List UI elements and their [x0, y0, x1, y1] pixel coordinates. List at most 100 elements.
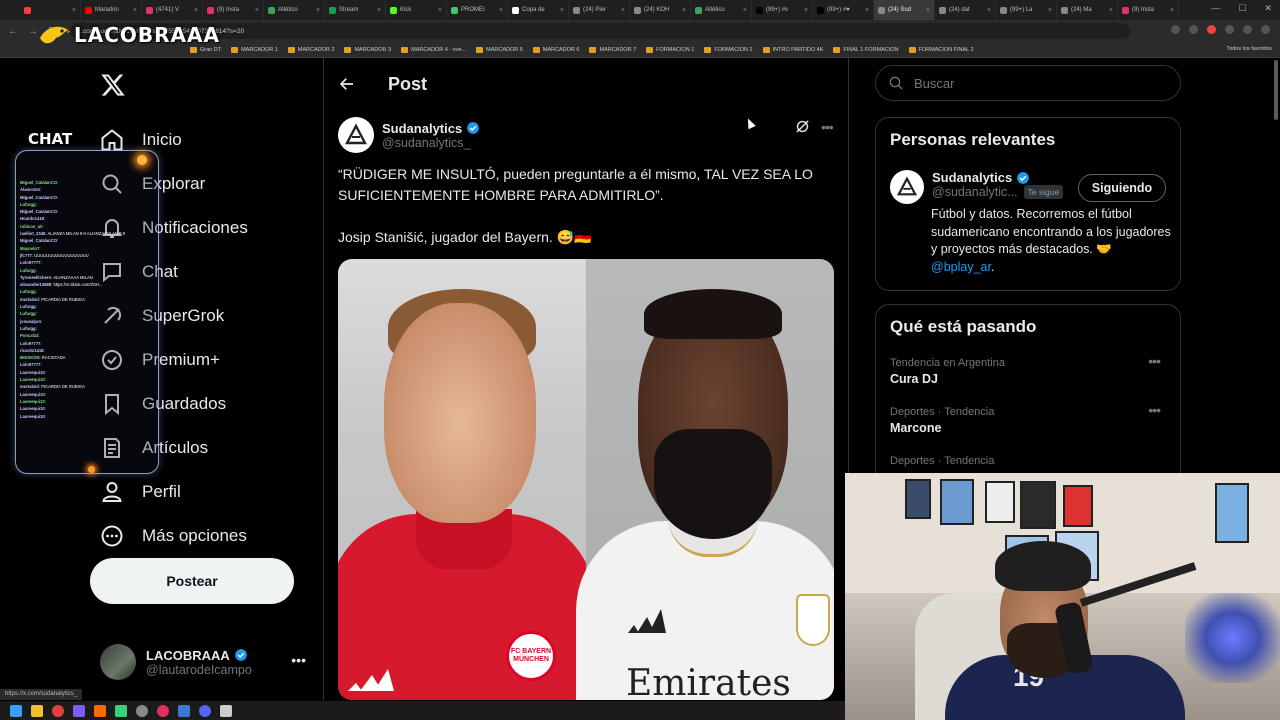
chrome-icon[interactable]: [52, 704, 64, 717]
scrollbar[interactable]: [1274, 60, 1278, 120]
browser-tab[interactable]: ×: [20, 0, 81, 20]
bookmark-item[interactable]: MARCADOR 4 - ove...: [401, 46, 466, 53]
close-tab-icon[interactable]: ×: [682, 7, 686, 14]
url-field[interactable]: x.com/sudanalytics_/status/2045519541707…: [70, 23, 1130, 39]
avatar[interactable]: [890, 170, 924, 204]
nav-item-mas-opciones[interactable]: Más opciones: [100, 514, 320, 558]
post-button[interactable]: Postear: [90, 558, 294, 604]
obs-icon[interactable]: [136, 704, 148, 717]
close-tab-icon[interactable]: ×: [1170, 7, 1174, 14]
bookmark-item[interactable]: MARCADOR 3: [344, 46, 391, 53]
browser-tab[interactable]: (24) KOH ×: [630, 0, 691, 20]
close-tab-icon[interactable]: ×: [133, 7, 137, 14]
close-tab-icon[interactable]: ×: [499, 7, 503, 14]
windows-start-icon[interactable]: [10, 704, 22, 717]
close-tab-icon[interactable]: ×: [804, 7, 808, 14]
browser-tab[interactable]: (9) Insta ×: [1118, 0, 1179, 20]
trend-item[interactable]: Deportes · Tendencia: [890, 455, 1166, 467]
menu-icon[interactable]: [1261, 25, 1270, 34]
bookmark-item[interactable]: FORMACION 1: [646, 46, 694, 53]
browser-tab[interactable]: Maradon ×: [81, 0, 142, 20]
browser-tab[interactable]: (99+) La ×: [996, 0, 1057, 20]
close-tab-icon[interactable]: ×: [438, 7, 442, 14]
relevant-name[interactable]: Sudanalytics: [932, 170, 1063, 185]
app-icon[interactable]: [73, 704, 85, 717]
trend-item[interactable]: Deportes · Tendencia Marcone •••: [890, 402, 1166, 435]
browser-tab[interactable]: (99+) #v ×: [752, 0, 813, 20]
close-tab-icon[interactable]: ×: [377, 7, 381, 14]
author-handle[interactable]: @sudanalytics_: [382, 136, 480, 150]
browser-tab[interactable]: Stream ×: [325, 0, 386, 20]
close-tab-icon[interactable]: ×: [1109, 7, 1113, 14]
trend-item[interactable]: Tendencia en Argentina Cura DJ •••: [890, 353, 1166, 386]
discord-icon[interactable]: [199, 704, 211, 717]
close-tab-icon[interactable]: ×: [255, 7, 259, 14]
close-tab-icon[interactable]: ×: [743, 7, 747, 14]
app-icon[interactable]: [220, 704, 232, 717]
minimize-icon[interactable]: —: [1211, 3, 1220, 14]
close-tab-icon[interactable]: ×: [316, 7, 320, 14]
bookmark-item[interactable]: MARCADOR 1: [231, 46, 278, 53]
post-image[interactable]: FC BAYERN MÜNCHEN Emirates: [338, 259, 834, 700]
more-dots-icon[interactable]: •••: [821, 119, 834, 135]
profile-icon[interactable]: [1243, 25, 1252, 34]
nav-item-perfil[interactable]: Perfil: [100, 470, 320, 514]
following-button[interactable]: Siguiendo: [1078, 174, 1166, 202]
browser-tab[interactable]: Atlético ×: [264, 0, 325, 20]
close-tab-icon[interactable]: ×: [560, 7, 564, 14]
app-icon[interactable]: [115, 704, 127, 717]
more-dots-icon[interactable]: •••: [291, 652, 306, 668]
browser-tab[interactable]: Copa de ×: [508, 0, 569, 20]
more-dots-icon[interactable]: •••: [1148, 402, 1161, 418]
extension-icon[interactable]: [1189, 25, 1198, 34]
app-icon[interactable]: [157, 704, 169, 717]
bookmark-item[interactable]: FORMACION FINAL 2: [908, 46, 974, 53]
all-bookmarks[interactable]: Todos los favoritos: [1226, 46, 1272, 52]
back-icon[interactable]: ←: [8, 26, 18, 37]
bookmark-item[interactable]: MARCADOR 7: [589, 46, 636, 53]
browser-tab[interactable]: (4741) V ×: [142, 0, 203, 20]
close-tab-icon[interactable]: ×: [926, 7, 930, 14]
close-tab-icon[interactable]: ×: [987, 7, 991, 14]
bookmark-item[interactable]: MARCADOR 6: [532, 46, 579, 53]
search-input[interactable]: Buscar: [875, 65, 1181, 101]
browser-tab[interactable]: (24) Ma ×: [1057, 0, 1118, 20]
close-tab-icon[interactable]: ×: [72, 7, 76, 14]
bio-link[interactable]: @bplay_ar: [931, 260, 991, 274]
browser-tab[interactable]: (24) Pier ×: [569, 0, 630, 20]
browser-tab[interactable]: Atlético ×: [691, 0, 752, 20]
file-explorer-icon[interactable]: [31, 704, 43, 717]
bookmark-item[interactable]: MARCADOR 5: [476, 46, 523, 53]
browser-tab[interactable]: PROMEI ×: [447, 0, 508, 20]
account-switcher[interactable]: LACOBRAAA @lautarodeIcampo •••: [100, 640, 310, 684]
close-tab-icon[interactable]: ×: [194, 7, 198, 14]
forward-icon[interactable]: →: [28, 26, 38, 37]
browser-tab[interactable]: (24) Sud ×: [874, 0, 935, 20]
extension-icon[interactable]: [1225, 25, 1234, 34]
maximize-icon[interactable]: ☐: [1238, 3, 1246, 14]
bookmark-item[interactable]: FORMACION 2: [704, 46, 753, 53]
post-author[interactable]: Sudanalytics @sudanalytics_: [338, 117, 480, 153]
browser-tab[interactable]: Kick ×: [386, 0, 447, 20]
grok-icon[interactable]: [794, 118, 811, 135]
app-icon[interactable]: [94, 704, 106, 717]
avatar[interactable]: [338, 117, 374, 153]
tab-label: PROMEI: [461, 7, 485, 13]
x-logo-icon[interactable]: [100, 72, 126, 98]
more-dots-icon[interactable]: •••: [1148, 353, 1161, 369]
browser-tab[interactable]: (99+) #♥ ×: [813, 0, 874, 20]
close-tab-icon[interactable]: ×: [1048, 7, 1052, 14]
author-name[interactable]: Sudanalytics: [382, 121, 480, 136]
bookmark-item[interactable]: MARCADOR 2: [287, 46, 334, 53]
extension-icon[interactable]: [1207, 25, 1216, 34]
close-window-icon[interactable]: ✕: [1264, 3, 1272, 14]
extension-icon[interactable]: [1171, 25, 1180, 34]
app-icon[interactable]: [178, 704, 190, 717]
bookmark-item[interactable]: INTRO PARTIDO 4K: [762, 46, 823, 53]
browser-tab[interactable]: (24) dat ×: [935, 0, 996, 20]
browser-tab[interactable]: (9) Insta ×: [203, 0, 264, 20]
back-arrow-icon[interactable]: [338, 75, 356, 93]
bookmark-item[interactable]: FINAL 1 FORMACION: [833, 46, 899, 53]
close-tab-icon[interactable]: ×: [865, 7, 869, 14]
close-tab-icon[interactable]: ×: [621, 7, 625, 14]
